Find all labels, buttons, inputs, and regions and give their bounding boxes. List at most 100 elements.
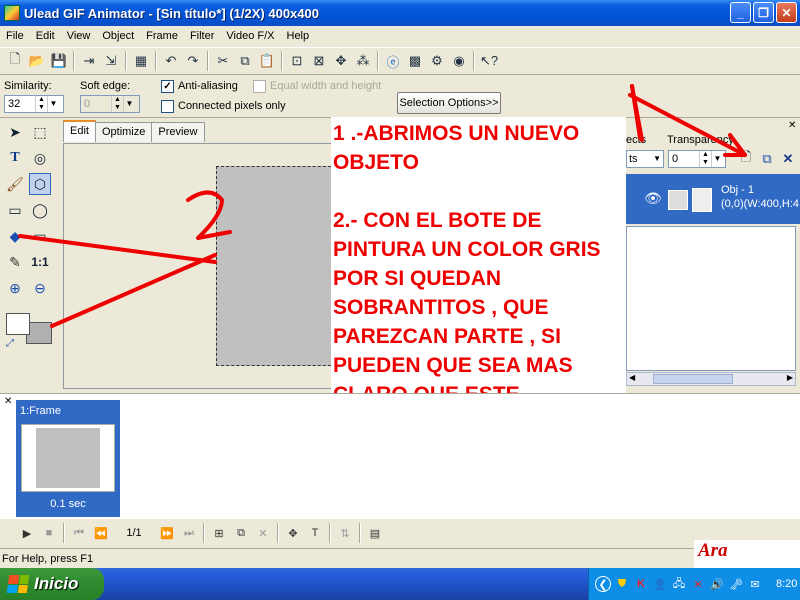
duplicate-frame-icon[interactable]: ⧉ (230, 522, 252, 544)
selection-options-button[interactable]: Selection Options>> (397, 92, 501, 114)
menu-video-fx[interactable]: Video F/X (220, 30, 280, 42)
lasso-tool-icon[interactable]: ◎ (29, 147, 51, 169)
frame-panel-close-icon[interactable]: ✕ (4, 396, 12, 407)
maximize-button[interactable]: ❐ (753, 2, 774, 23)
tab-edit[interactable]: Edit (63, 120, 96, 142)
tab-optimize[interactable]: Optimize (94, 122, 153, 142)
play-icon[interactable]: ▶ (16, 522, 38, 544)
browser-preview-icon[interactable]: ⓔ (382, 50, 404, 72)
marquee-tool-icon[interactable]: ⬚ (29, 121, 51, 143)
chevron-down-icon[interactable]: ▼ (123, 96, 135, 112)
ellipse-icon[interactable]: ◯ (29, 199, 51, 221)
eyedropper-icon[interactable]: ✎ (4, 251, 26, 273)
effects-2-icon[interactable]: ◉ (448, 50, 470, 72)
add-frame-icon[interactable]: ⊞ (208, 522, 230, 544)
visibility-eye-icon[interactable]: 👁 (642, 190, 664, 210)
new-object-icon[interactable]: 🗋 (735, 148, 757, 170)
menu-edit[interactable]: Edit (30, 30, 61, 42)
menu-filter[interactable]: Filter (184, 30, 220, 42)
object-list-empty-area[interactable] (626, 226, 796, 371)
transparency-input[interactable] (669, 153, 699, 165)
tab-preview[interactable]: Preview (151, 122, 205, 142)
zoom-in-icon[interactable]: ⊕ (4, 277, 26, 299)
colors-icon[interactable]: ▦ (130, 50, 152, 72)
object-lock-icon[interactable] (668, 190, 688, 210)
transparency-spinner[interactable]: ▲▼ ▼ (668, 150, 726, 168)
frame-properties-icon[interactable]: ▤ (364, 522, 386, 544)
eraser-icon[interactable]: ▭ (4, 199, 26, 221)
actual-size-icon[interactable]: 1:1 (29, 251, 51, 273)
reverse-frames-icon[interactable]: ⇅ (334, 522, 356, 544)
equal-width-checkbox[interactable] (253, 80, 266, 93)
tray-tool-icon[interactable]: 🗝 (728, 576, 744, 592)
previous-frame-icon[interactable]: ⏪ (90, 522, 112, 544)
scroll-right-icon[interactable]: ▶ (787, 373, 793, 382)
minimize-button[interactable]: _ (730, 2, 751, 23)
tray-expand-icon[interactable]: ❮ (595, 576, 611, 592)
chevron-down-icon[interactable]: ▼ (711, 151, 723, 167)
text-tool-icon[interactable]: T (4, 147, 26, 169)
add-image-icon[interactable]: ⇥ (78, 50, 100, 72)
close-button[interactable]: ✕ (776, 2, 797, 23)
foreground-color-swatch[interactable] (6, 313, 30, 335)
stop-icon[interactable]: ■ (38, 522, 60, 544)
start-button[interactable]: Inicio (0, 568, 104, 600)
help-pointer-icon[interactable]: ↖? (478, 50, 500, 72)
similarity-spinner[interactable]: ▲▼ ▼ (4, 95, 64, 113)
save-icon[interactable]: 💾 (48, 50, 70, 72)
object-list-scrollbar[interactable]: ◀ ▶ (626, 372, 796, 386)
menu-file[interactable]: File (0, 30, 30, 42)
cut-icon[interactable]: ✂ (212, 50, 234, 72)
spinner-arrows-icon[interactable]: ▲ ▼ (699, 151, 711, 167)
crop-icon[interactable]: ⊡ (286, 50, 308, 72)
next-frame-icon[interactable]: ⏩ (156, 522, 178, 544)
duplicate-object-icon[interactable]: ⧉ (756, 148, 778, 170)
zoom-out-icon[interactable]: ⊖ (29, 277, 51, 299)
tray-app-icon[interactable]: ✕ (690, 576, 706, 592)
menu-frame[interactable]: Frame (140, 30, 184, 42)
magic-wand-icon[interactable]: ⬡ (29, 173, 51, 195)
menu-object[interactable]: Object (96, 30, 140, 42)
effects-icon[interactable]: ⁂ (352, 50, 374, 72)
export-icon[interactable]: ⇲ (100, 50, 122, 72)
paste-icon[interactable]: 📋 (256, 50, 278, 72)
copy-icon[interactable]: ⧉ (234, 50, 256, 72)
spinner-arrows-icon[interactable]: ▲ ▼ (111, 96, 123, 112)
anti-aliasing-checkbox[interactable]: ✓ (161, 80, 174, 93)
similarity-input[interactable] (5, 98, 35, 110)
spinner-arrows-icon[interactable]: ▲ ▼ (35, 96, 47, 112)
brush-tool-icon[interactable]: 🖌 (4, 173, 26, 195)
delete-icon[interactable]: ⊠ (308, 50, 330, 72)
settings-icon[interactable]: ⚙ (426, 50, 448, 72)
new-file-icon[interactable]: 🗋 (4, 50, 26, 72)
banner-text-icon[interactable]: T (304, 522, 326, 544)
delete-object-icon[interactable]: ✕ (777, 148, 799, 170)
scroll-thumb[interactable] (653, 374, 733, 384)
network-icon[interactable]: 🖧 (671, 576, 687, 592)
menu-view[interactable]: View (61, 30, 97, 42)
volume-icon[interactable]: 🔊 (709, 576, 725, 592)
tray-message-icon[interactable]: ✉ (747, 576, 763, 592)
antivirus-icon[interactable]: K (633, 576, 649, 592)
delete-frame-icon[interactable]: ✕ (252, 522, 274, 544)
gray-object-canvas[interactable] (216, 166, 336, 366)
object-mode-select[interactable]: ts ▼ (626, 150, 664, 168)
rectangle-icon[interactable]: ▭ (29, 225, 51, 247)
soft-edge-input[interactable] (81, 98, 111, 110)
menu-help[interactable]: Help (281, 30, 316, 42)
last-frame-icon[interactable]: ⏭ (178, 522, 200, 544)
soft-edge-spinner[interactable]: ▲▼ ▼ (80, 95, 140, 113)
open-folder-icon[interactable]: 📂 (26, 50, 48, 72)
undo-icon[interactable]: ↶ (160, 50, 182, 72)
security-shield-icon[interactable]: ⛊ (614, 576, 630, 592)
connected-pixels-checkbox[interactable] (161, 100, 174, 113)
transform-icon[interactable]: ✥ (330, 50, 352, 72)
chevron-down-icon[interactable]: ▼ (47, 96, 59, 112)
paint-bucket-icon[interactable]: ◆ (4, 225, 26, 247)
tween-icon[interactable]: ✥ (282, 522, 304, 544)
panel-close-icon[interactable]: ✕ (788, 120, 796, 131)
chevron-down-icon[interactable]: ▼ (653, 151, 661, 167)
first-frame-icon[interactable]: ⏮ (68, 522, 90, 544)
scroll-left-icon[interactable]: ◀ (629, 373, 635, 382)
swap-colors-icon[interactable]: ⤢ (6, 338, 14, 349)
